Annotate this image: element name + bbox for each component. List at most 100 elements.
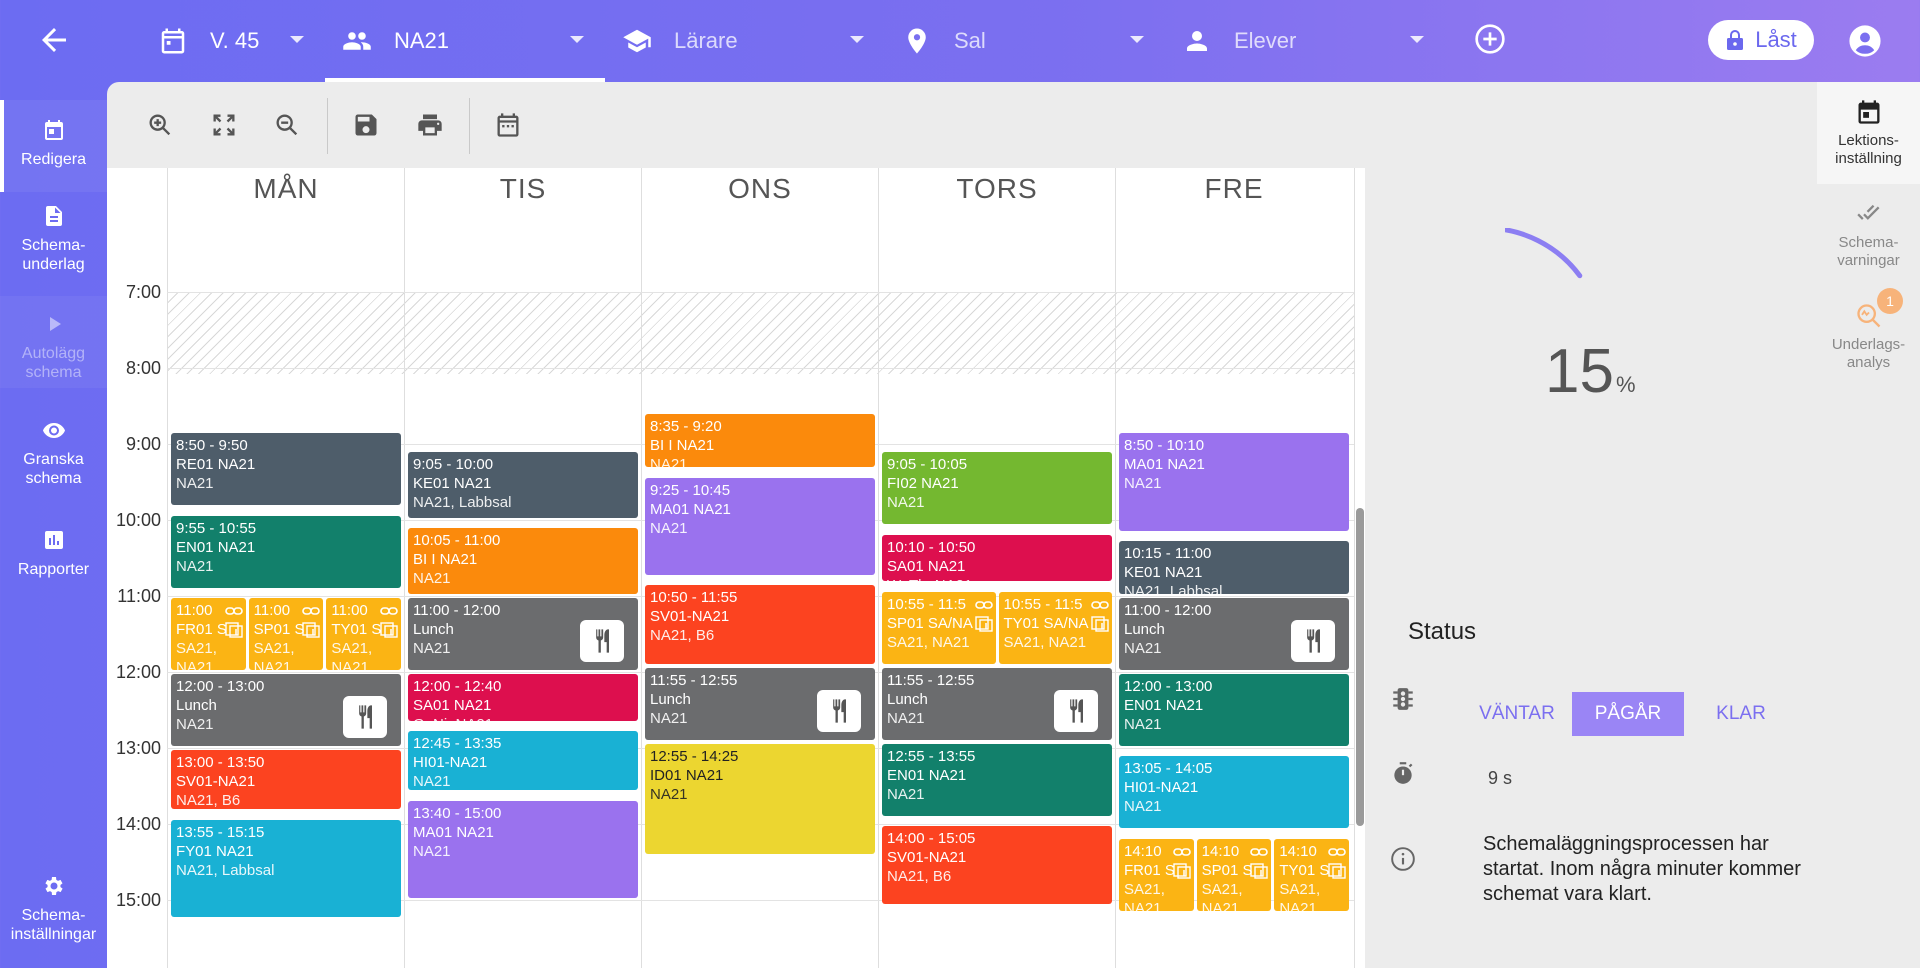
lesson-block[interactable]: 12:55 - 14:25 ID01 NA21 NA21 bbox=[645, 743, 875, 854]
lesson-detail: NA21 bbox=[1201, 899, 1240, 911]
lesson-title: SA01 NA21 bbox=[887, 557, 966, 575]
students-selector[interactable]: Elever bbox=[1182, 0, 1427, 82]
lesson-block[interactable]: 10:15 - 11:00 KE01 NA21 NA21, Labbsal bbox=[1119, 541, 1349, 594]
sidebar-item-review[interactable]: Granska schema bbox=[0, 418, 107, 498]
lesson-block[interactable]: 13:40 - 15:00 MA01 NA21 NA21 bbox=[408, 800, 638, 898]
lunch-block[interactable]: 11:00 - 12:00 Lunch NA21 bbox=[1119, 598, 1349, 670]
toolbar bbox=[107, 82, 1817, 168]
lesson-title: SV01-NA21 bbox=[887, 849, 967, 866]
calendar-view-button[interactable] bbox=[491, 108, 525, 142]
lesson-block[interactable]: 14:10 SP01 S SA21, NA21 bbox=[1196, 838, 1272, 911]
day-column-divider bbox=[1115, 168, 1116, 968]
progress-arc bbox=[1505, 228, 1583, 279]
lesson-title: KE01 NA21 bbox=[413, 475, 492, 493]
back-arrow-icon[interactable] bbox=[36, 22, 72, 58]
lesson-block[interactable]: 10:55 - 11:5 SP01 SA/NA SA21, NA21 bbox=[882, 591, 996, 664]
sidebar-item-label: Autolägg schema bbox=[21, 345, 86, 381]
lesson-block[interactable]: 14:00 - 15:05 SV01-NA21 NA21, B6 bbox=[882, 826, 1112, 905]
bar-chart-icon bbox=[44, 531, 63, 549]
print-button[interactable] bbox=[413, 108, 447, 142]
zoom-out-button[interactable] bbox=[270, 108, 304, 142]
lesson-detail: NA21 bbox=[887, 785, 925, 803]
toolbar-divider bbox=[469, 98, 470, 154]
lesson-block[interactable]: 14:10 TY01 S SA21, NA21 bbox=[1274, 838, 1349, 911]
print-icon bbox=[418, 114, 442, 136]
lesson-block[interactable]: 8:50 - 10:10 MA01 NA21 NA21 bbox=[1119, 433, 1349, 531]
calendar-event-icon bbox=[1858, 100, 1879, 124]
lesson-detail: SA21, bbox=[176, 640, 217, 657]
lesson-block[interactable]: 10:50 - 11:55 SV01-NA21 NA21, B6 bbox=[645, 585, 875, 664]
lesson-block[interactable]: 12:55 - 13:55 EN01 NA21 NA21 bbox=[882, 743, 1112, 816]
lesson-block[interactable]: 12:00 - 12:40 SA01 NA21GuNi, NA21 bbox=[408, 674, 638, 721]
rail-item-data-analysis[interactable]: 1 Underlags- analys bbox=[1817, 288, 1920, 378]
group-lesson-icon bbox=[1250, 862, 1269, 879]
hour-gridline bbox=[167, 368, 1354, 369]
sidebar-item-reports[interactable]: Rapporter bbox=[0, 528, 107, 588]
lock-button[interactable]: Låst bbox=[1708, 20, 1814, 60]
lesson-title: BI I NA21 bbox=[413, 551, 478, 569]
day-column-divider bbox=[878, 168, 879, 968]
group-selector[interactable]: NA21 bbox=[342, 0, 587, 82]
group-lesson-icon bbox=[974, 615, 993, 632]
lunch-block[interactable]: 11:55 - 12:55 Lunch NA21 bbox=[645, 667, 875, 740]
rail-item-lesson-settings[interactable]: Lektions- inställning bbox=[1817, 82, 1920, 184]
lesson-block[interactable]: 8:35 - 9:20 BI I NA21 NA21 bbox=[645, 414, 875, 468]
chevron-down-icon bbox=[850, 36, 864, 43]
lesson-block[interactable]: 12:45 - 13:35 HI01-NA21 NA21 bbox=[408, 731, 638, 791]
lesson-detail: NA21 bbox=[331, 659, 369, 670]
lesson-block[interactable]: 13:05 - 14:05 HI01-NA21 NA21 bbox=[1119, 756, 1349, 829]
lesson-block[interactable]: 8:50 - 9:50 RE01 NA21 NA21 bbox=[171, 433, 401, 506]
lesson-detail: SA21, bbox=[1201, 880, 1243, 898]
fullscreen-icon bbox=[213, 114, 235, 136]
lesson-block[interactable]: 11:00 FR01 S SA21, NA21 bbox=[171, 598, 246, 670]
lunch-badge bbox=[1291, 620, 1335, 662]
add-circle-icon[interactable] bbox=[1474, 23, 1506, 55]
lesson-block[interactable]: 10:10 - 10:50SA01 NA21WaTh, NA21 bbox=[882, 534, 1112, 582]
lesson-block[interactable]: 10:05 - 11:00 BI I NA21 NA21 bbox=[408, 528, 638, 594]
lesson-block[interactable]: 11:00 TY01 S SA21, NA21 bbox=[326, 598, 401, 670]
lunch-block[interactable]: 12:00 - 13:00 Lunch NA21 bbox=[171, 674, 401, 746]
fit-screen-button[interactable] bbox=[207, 108, 241, 142]
day-header: ONS bbox=[728, 173, 792, 204]
link-icon bbox=[224, 607, 243, 615]
rail-item-schedule-warnings[interactable]: Schema- varningar bbox=[1817, 200, 1920, 280]
lesson-time: 14:00 - 15:05 bbox=[887, 830, 976, 847]
week-selector[interactable]: V. 45 bbox=[158, 0, 308, 82]
lesson-block[interactable]: 11:00 SP01 S SA21, NA21 bbox=[248, 598, 324, 670]
lesson-block[interactable]: 13:55 - 15:15 FY01 NA21 NA21, Labbsal bbox=[171, 819, 401, 917]
calendar-scrollbar[interactable] bbox=[1356, 508, 1364, 826]
sidebar-item-edit[interactable]: Redigera bbox=[0, 100, 107, 192]
lesson-title: HI01-NA21 bbox=[413, 754, 488, 771]
lesson-block[interactable]: 13:00 - 13:50 SV01-NA21 NA21, B6 bbox=[171, 750, 401, 810]
teacher-selector[interactable]: Lärare bbox=[622, 0, 867, 82]
lesson-block[interactable]: 9:05 - 10:05 FI02 NA21 NA21 bbox=[882, 452, 1112, 525]
sidebar-item-label: Rapporter bbox=[17, 561, 90, 578]
hour-label: 12:00 bbox=[115, 662, 161, 682]
lesson-block[interactable]: 12:00 - 13:00 EN01 NA21 NA21 bbox=[1119, 674, 1349, 746]
teacher-placeholder: Lärare bbox=[674, 28, 738, 53]
lesson-block[interactable]: 14:10 FR01 S SA21, NA21 bbox=[1119, 838, 1194, 911]
lunch-block[interactable]: 11:55 - 12:55 Lunch NA21 bbox=[882, 667, 1112, 740]
lunch-badge bbox=[817, 689, 861, 732]
sidebar-item-schedule-data[interactable]: Schema- underlag bbox=[0, 204, 107, 284]
link-icon bbox=[1250, 847, 1269, 856]
lesson-title: HI01-NA21 bbox=[1124, 779, 1199, 797]
calendar-icon bbox=[497, 113, 519, 137]
hour-label: 15:00 bbox=[115, 890, 161, 910]
room-selector[interactable]: Sal bbox=[902, 0, 1147, 82]
lesson-block[interactable]: 9:25 - 10:45 MA01 NA21 NA21 bbox=[645, 477, 875, 575]
lesson-time: 12:00 - 13:00 bbox=[1124, 678, 1213, 695]
day-header: TIS bbox=[499, 173, 547, 204]
location-pin-icon bbox=[908, 28, 926, 54]
lesson-detail: NA21 bbox=[1279, 899, 1317, 911]
account-icon[interactable] bbox=[1848, 24, 1882, 58]
lesson-block[interactable]: 9:05 - 10:00 KE01 NA21 NA21, Labbsal bbox=[408, 452, 638, 518]
lesson-block[interactable]: 10:55 - 11:5 TY01 SA/NA SA21, NA21 bbox=[998, 591, 1112, 664]
lesson-block[interactable]: 9:55 - 10:55 EN01 NA21 NA21 bbox=[171, 515, 401, 588]
lunch-block[interactable]: 11:00 - 12:00 Lunch NA21 bbox=[408, 598, 638, 670]
save-button[interactable] bbox=[349, 108, 383, 142]
sidebar-item-schedule-settings[interactable]: Schema- inställningar bbox=[0, 874, 107, 954]
hour-label: 13:00 bbox=[115, 738, 161, 758]
right-rail: Lektions- inställning Schema- varningar … bbox=[1817, 82, 1920, 968]
zoom-in-button[interactable] bbox=[143, 108, 177, 142]
